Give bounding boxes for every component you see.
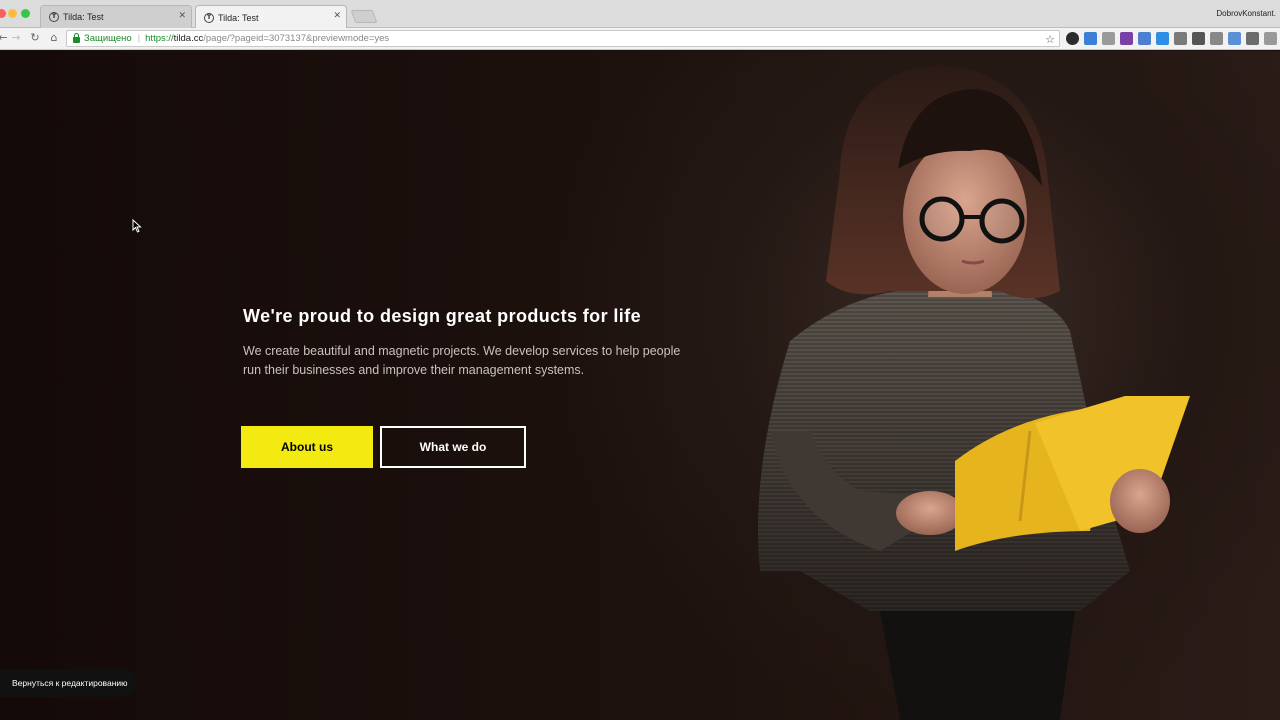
close-icon[interactable]: ✕ <box>333 11 341 21</box>
back-to-editing-button[interactable]: Вернуться к редактированию <box>0 669 136 697</box>
url-host: tilda.cc <box>173 33 204 44</box>
tilda-favicon-icon: T <box>49 12 59 22</box>
tab-title: Tilda: Test <box>63 12 104 22</box>
url-separator: | <box>137 33 141 44</box>
profile-name[interactable]: DobrovKonstant. <box>1216 9 1276 18</box>
home-icon[interactable]: ⌂ <box>47 31 61 45</box>
forward-arrow-icon[interactable]: → <box>9 31 23 45</box>
address-bar[interactable]: Защищено | https:// tilda.cc /page/?page… <box>66 30 1060 47</box>
tilda-favicon-icon: T <box>204 12 214 23</box>
extension-icon[interactable] <box>1246 32 1259 45</box>
hero-photo-woman-reading <box>758 65 1190 720</box>
hero-description: We create beautiful and magnetic project… <box>243 344 681 377</box>
extension-icon[interactable] <box>1066 32 1079 45</box>
reload-icon[interactable]: ↻ <box>28 31 42 45</box>
browser-toolbar: ← → ↻ ⌂ Защищено | https:// tilda.cc /pa… <box>0 28 1280 50</box>
secure-label: Защищено <box>84 33 132 44</box>
lock-icon <box>73 32 80 43</box>
extension-icon[interactable] <box>1138 32 1151 45</box>
browser-tab-active[interactable]: T Tilda: Test ✕ <box>195 5 347 29</box>
extension-icon[interactable] <box>1210 32 1223 45</box>
extension-icon[interactable] <box>1174 32 1187 45</box>
extension-icon[interactable] <box>1102 32 1115 45</box>
extension-icon[interactable] <box>1228 32 1241 45</box>
window-minimize-button[interactable] <box>8 9 17 18</box>
star-icon[interactable]: ☆ <box>1045 32 1055 47</box>
extensions-bar <box>1066 32 1277 46</box>
what-we-do-button[interactable]: What we do <box>380 426 526 468</box>
about-us-button[interactable]: About us <box>241 426 373 468</box>
extension-icon[interactable] <box>1192 32 1205 45</box>
new-tab-button[interactable] <box>350 10 378 23</box>
extension-icon[interactable] <box>1264 32 1277 45</box>
close-icon[interactable]: ✕ <box>178 11 186 21</box>
window-close-button[interactable] <box>0 9 6 18</box>
extension-icon[interactable] <box>1156 32 1169 45</box>
hero-title: We're proud to design great products for… <box>243 306 641 326</box>
hero-section: We're proud to design great products for… <box>0 51 1280 720</box>
browser-tabstrip: T Tilda: Test ✕ T Tilda: Test ✕ DobrovKo… <box>0 0 1280 29</box>
window-zoom-button[interactable] <box>21 9 30 18</box>
extension-icon[interactable] <box>1084 32 1097 45</box>
browser-tab[interactable]: T Tilda: Test ✕ <box>40 5 192 28</box>
url-path: /page/?pageid=3073137&previewmode=yes <box>203 33 390 44</box>
url-scheme: https:// <box>145 33 174 44</box>
extension-icon[interactable] <box>1120 32 1133 45</box>
mouse-cursor-icon <box>132 219 142 233</box>
tab-title: Tilda: Test <box>218 12 259 23</box>
